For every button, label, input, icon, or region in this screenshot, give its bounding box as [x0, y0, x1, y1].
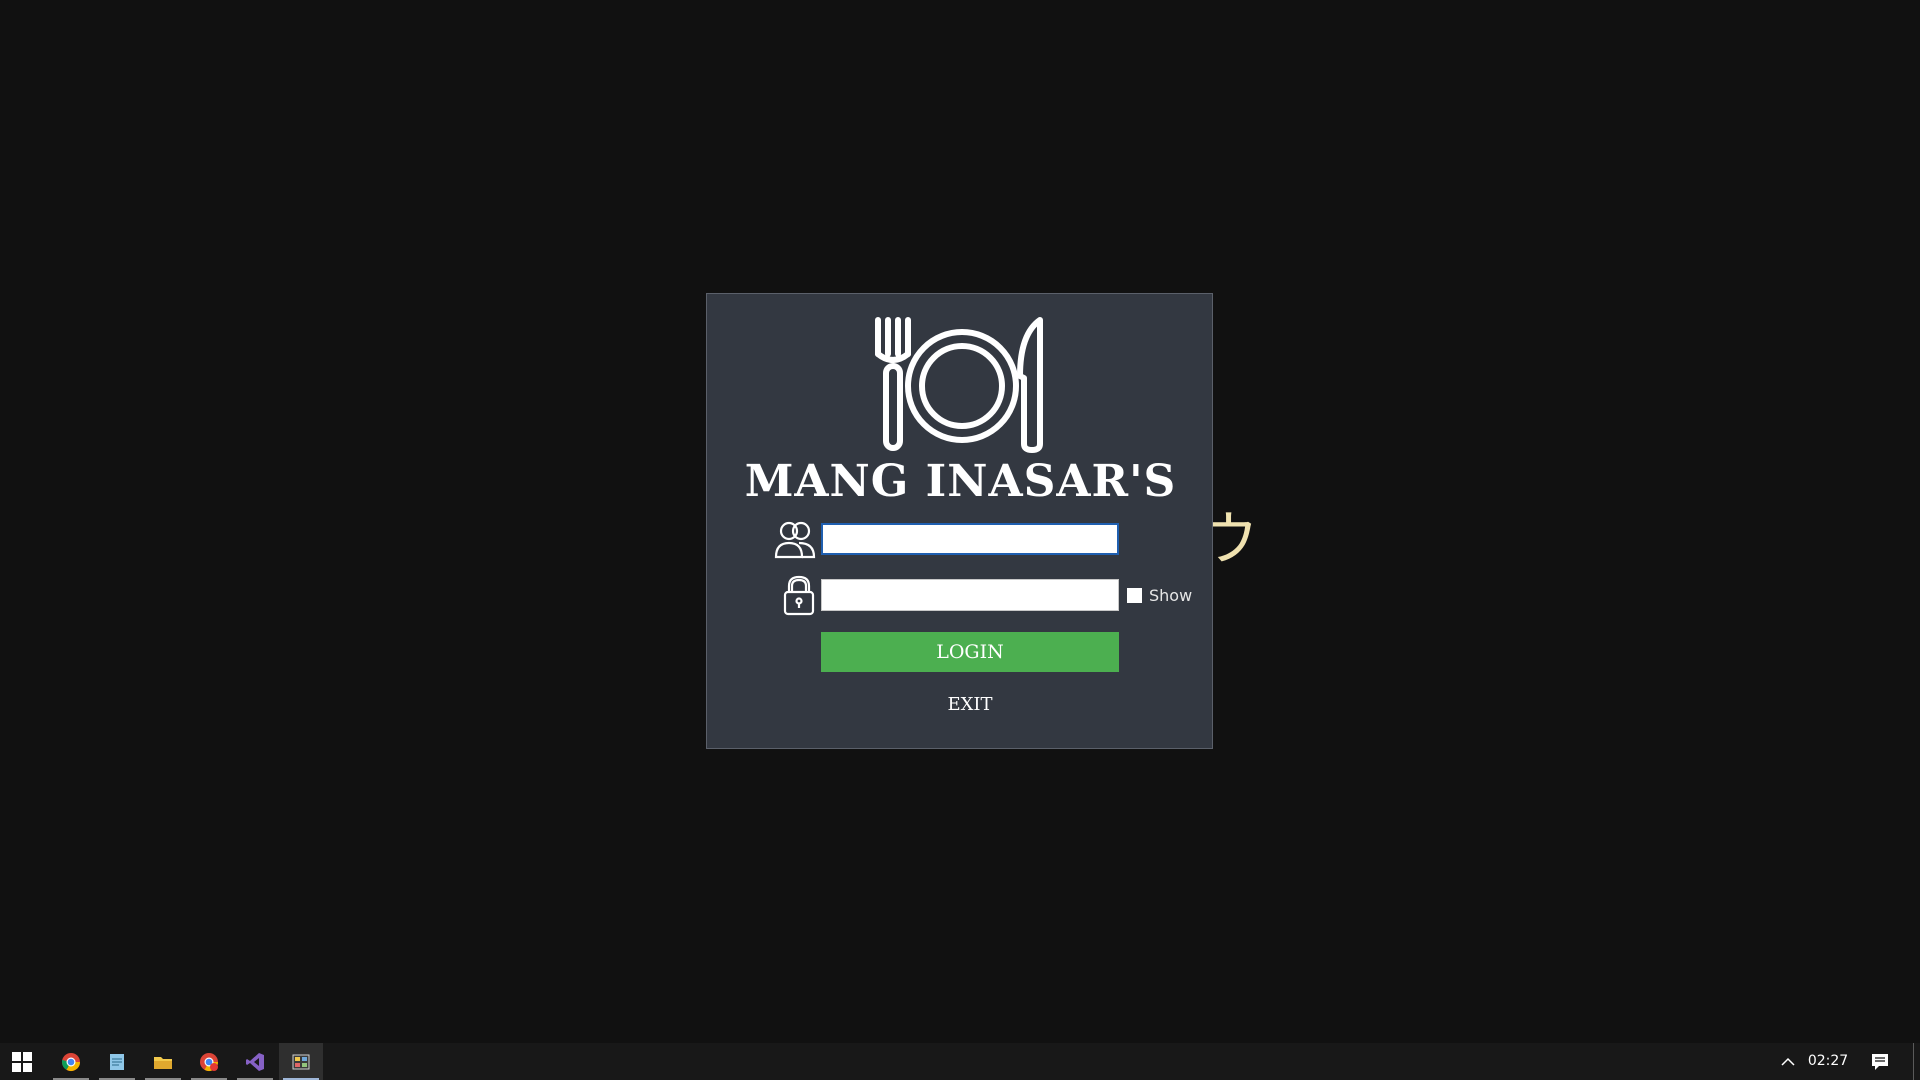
action-center-button[interactable]: [1862, 1043, 1898, 1080]
notification-icon: [1872, 1053, 1888, 1070]
users-icon: [774, 521, 816, 559]
taskbar-app-notepad[interactable]: [95, 1043, 139, 1080]
windows-icon: [12, 1051, 32, 1072]
password-input[interactable]: [821, 579, 1119, 611]
login-dialog: MANG INASAR'S Show LOGIN EXIT: [706, 293, 1213, 749]
plate-fork-knife-icon: [875, 317, 1043, 453]
chevron-up-icon: [1781, 1057, 1795, 1066]
taskbar-app-file-explorer[interactable]: [141, 1043, 185, 1080]
show-password-checkbox[interactable]: [1127, 587, 1142, 603]
running-app-icon: [292, 1054, 310, 1069]
taskbar-app-running[interactable]: [279, 1043, 323, 1080]
file-explorer-icon: [154, 1056, 172, 1069]
lock-icon: [783, 575, 815, 616]
show-password-toggle[interactable]: Show: [1127, 585, 1192, 605]
visual-studio-icon: [246, 1052, 264, 1071]
show-desktop-button[interactable]: [1913, 1043, 1914, 1080]
start-button[interactable]: [0, 1043, 44, 1080]
login-button[interactable]: LOGIN: [821, 632, 1119, 672]
desktop: ウ MANG INASAR'S Show LOGIN EXIT: [0, 0, 1920, 1043]
taskbar-clock[interactable]: 02:27: [1800, 1043, 1856, 1080]
notepad-icon: [110, 1053, 124, 1070]
exit-button[interactable]: EXIT: [821, 688, 1119, 720]
chrome-icon: [62, 1052, 80, 1071]
chrome-alt-icon: [200, 1052, 218, 1071]
tray-overflow-button[interactable]: [1776, 1043, 1800, 1080]
brand-title: MANG INASAR'S: [744, 456, 1177, 507]
taskbar: 02:27: [0, 1043, 1920, 1080]
username-input[interactable]: [821, 523, 1119, 555]
show-password-label: Show: [1149, 585, 1193, 605]
taskbar-app-chrome[interactable]: [49, 1043, 93, 1080]
taskbar-app-chrome-alt[interactable]: [187, 1043, 231, 1080]
taskbar-app-visual-studio[interactable]: [233, 1043, 277, 1080]
